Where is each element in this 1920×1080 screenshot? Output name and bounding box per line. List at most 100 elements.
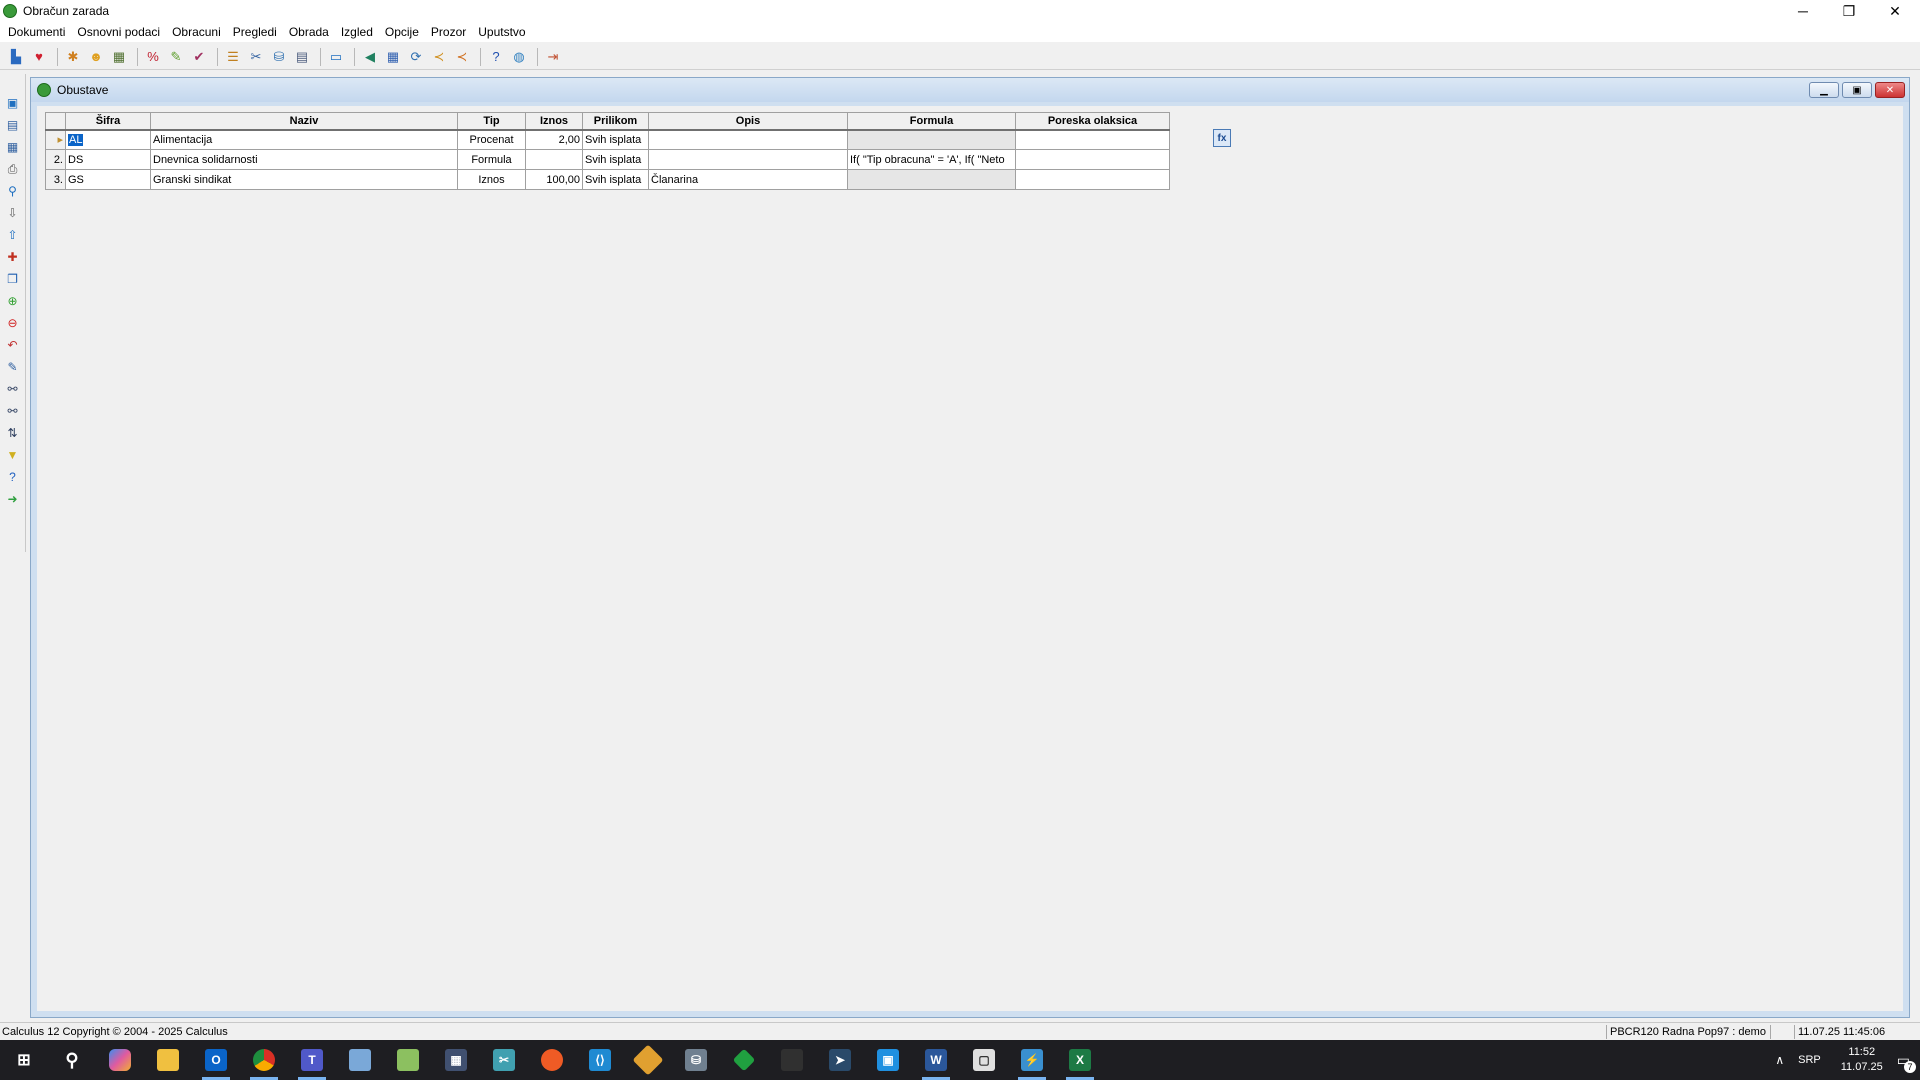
cell-naziv[interactable]: Dnevnica solidarnosti: [150, 149, 458, 170]
attach-icon[interactable]: ✚: [4, 248, 22, 266]
back-icon[interactable]: ◀: [360, 47, 380, 67]
table-row[interactable]: 2. DS Dnevnica solidarnosti Formula Svih…: [45, 149, 1170, 170]
taskbar-app-note[interactable]: [336, 1040, 384, 1080]
preview-icon[interactable]: ⚲: [4, 182, 22, 200]
notification-icon[interactable]: ▭ 7: [1897, 1052, 1916, 1073]
taskbar-store[interactable]: ▣: [864, 1040, 912, 1080]
child-close-button[interactable]: ✕: [1875, 82, 1905, 98]
cell-formula[interactable]: If( "Tip obracuna" = 'A', If( "Neto: [847, 149, 1016, 170]
add-icon[interactable]: ⊕: [4, 292, 22, 310]
child-maximize-button[interactable]: ▣: [1842, 82, 1872, 98]
undo-icon[interactable]: ↶: [4, 336, 22, 354]
cell-poreska-olaksica[interactable]: [1015, 129, 1170, 150]
clock[interactable]: 11:52 11.07.25: [1841, 1045, 1883, 1075]
start-button[interactable]: ⊞: [0, 1040, 48, 1080]
cell-iznos[interactable]: 2,00: [525, 129, 583, 150]
minimize-button[interactable]: ─: [1780, 0, 1826, 22]
column-header-formula[interactable]: Formula: [847, 112, 1016, 131]
taskbar-vscode[interactable]: ⟨⟩: [576, 1040, 624, 1080]
formula-editor-button[interactable]: fx: [1213, 129, 1231, 147]
taskbar-file-explorer[interactable]: [144, 1040, 192, 1080]
monitor-icon[interactable]: ▭: [326, 47, 346, 67]
column-header-sifra[interactable]: Šifra: [65, 112, 151, 131]
edit-icon[interactable]: ✎: [4, 358, 22, 376]
money-icon[interactable]: ✎: [166, 47, 186, 67]
cell-prilikom[interactable]: Svih isplata: [582, 169, 649, 190]
menu-opcije[interactable]: Opcije: [379, 25, 425, 39]
find-icon[interactable]: ⚯: [4, 380, 22, 398]
restore-button[interactable]: ❐: [1826, 0, 1872, 22]
cell-sifra[interactable]: GS: [65, 169, 151, 190]
save-icon[interactable]: ▣: [4, 94, 22, 112]
refresh-icon[interactable]: ⟳: [406, 47, 426, 67]
help-icon[interactable]: ?: [486, 47, 506, 67]
taskbar-app-dark[interactable]: [768, 1040, 816, 1080]
cell-sifra[interactable]: DS: [65, 149, 151, 170]
taskbar-calculator[interactable]: ▦: [432, 1040, 480, 1080]
chevron-up-icon[interactable]: ∧: [1775, 1053, 1784, 1067]
taskbar-app-frame[interactable]: ▢: [960, 1040, 1008, 1080]
child-minimize-button[interactable]: ▁: [1809, 82, 1839, 98]
percent-icon[interactable]: %: [143, 47, 163, 67]
users-icon[interactable]: ☻: [86, 47, 106, 67]
share-icon[interactable]: ≺: [429, 47, 449, 67]
sort-icon[interactable]: ⇅: [4, 424, 22, 442]
tools-icon[interactable]: ✂: [246, 47, 266, 67]
cell-prilikom[interactable]: Svih isplata: [582, 129, 649, 150]
filter-icon[interactable]: ▼: [4, 446, 22, 464]
menu-obrada[interactable]: Obrada: [283, 25, 335, 39]
language-indicator[interactable]: SRP: [1798, 1054, 1821, 1066]
share-alt-icon[interactable]: ≺: [452, 47, 472, 67]
taskbar-snipping[interactable]: ✂: [480, 1040, 528, 1080]
cell-formula[interactable]: [847, 129, 1016, 150]
column-header-prilikom[interactable]: Prilikom: [582, 112, 649, 131]
cell-sifra[interactable]: AL: [65, 129, 151, 150]
column-header-tip[interactable]: Tip: [457, 112, 526, 131]
column-header-opis[interactable]: Opis: [648, 112, 848, 131]
cell-opis[interactable]: Članarina: [648, 169, 848, 190]
list-icon[interactable]: ☰: [223, 47, 243, 67]
cell-iznos[interactable]: 100,00: [525, 169, 583, 190]
form-icon[interactable]: ▤: [4, 116, 22, 134]
cell-opis[interactable]: [648, 149, 848, 170]
cell-naziv[interactable]: Alimentacija: [150, 129, 458, 150]
help-icon[interactable]: ?: [4, 468, 22, 486]
menu-prozor[interactable]: Prozor: [425, 25, 472, 39]
table-row[interactable]: 3. GS Granski sindikat Iznos 100,00 Svih…: [45, 169, 1170, 190]
go-icon[interactable]: ➜: [4, 490, 22, 508]
taskbar-copilot[interactable]: [96, 1040, 144, 1080]
menu-obracuni[interactable]: Obracuni: [166, 25, 227, 39]
taskbar-git[interactable]: [624, 1040, 672, 1080]
taskbar-word[interactable]: W: [912, 1040, 960, 1080]
taskbar-sql[interactable]: ⛁: [672, 1040, 720, 1080]
copy-icon[interactable]: ❐: [4, 270, 22, 288]
find-next-icon[interactable]: ⚯: [4, 402, 22, 420]
taskbar-postman[interactable]: [528, 1040, 576, 1080]
print-icon[interactable]: ⎙: [4, 160, 22, 178]
menu-pregledi[interactable]: Pregledi: [227, 25, 283, 39]
taskbar-outlook[interactable]: O: [192, 1040, 240, 1080]
cell-tip[interactable]: Iznos: [457, 169, 526, 190]
column-header-iznos[interactable]: Iznos: [525, 112, 583, 131]
check-icon[interactable]: ✔: [189, 47, 209, 67]
database-icon[interactable]: ⛁: [269, 47, 289, 67]
employee-icon[interactable]: ✱: [63, 47, 83, 67]
close-button[interactable]: ✕: [1872, 0, 1918, 22]
taskbar-app-arrow[interactable]: ➤: [816, 1040, 864, 1080]
export-icon[interactable]: ⇩: [4, 204, 22, 222]
taskbar-notepad[interactable]: [384, 1040, 432, 1080]
heart-icon[interactable]: ♥: [29, 47, 49, 67]
calculator-icon[interactable]: ▦: [109, 47, 129, 67]
menu-dokumenti[interactable]: Dokumenti: [2, 25, 71, 39]
cell-iznos[interactable]: [525, 149, 583, 170]
globe-icon[interactable]: ◍: [509, 47, 529, 67]
delete-icon[interactable]: ⊖: [4, 314, 22, 332]
cell-opis[interactable]: [648, 129, 848, 150]
org-chart-icon[interactable]: ▙: [6, 47, 26, 67]
cell-poreska-olaksica[interactable]: [1015, 169, 1170, 190]
cell-naziv[interactable]: Granski sindikat: [150, 169, 458, 190]
cell-poreska-olaksica[interactable]: [1015, 149, 1170, 170]
import-icon[interactable]: ⇧: [4, 226, 22, 244]
cell-formula[interactable]: [847, 169, 1016, 190]
taskbar-teams[interactable]: T: [288, 1040, 336, 1080]
